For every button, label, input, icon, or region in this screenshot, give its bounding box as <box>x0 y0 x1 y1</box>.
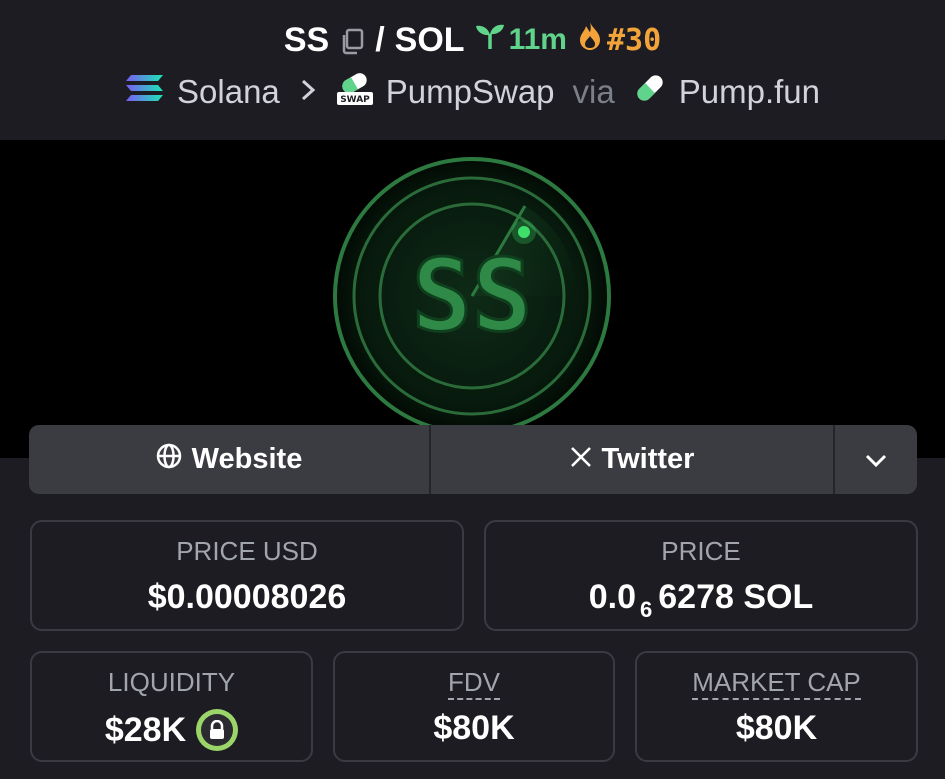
flame-icon <box>577 21 603 59</box>
pumpswap-icon: SWAP <box>336 70 374 114</box>
pair-header: SS / SOL 11m #30 Solana SWAP PumpSwap vi… <box>0 0 945 140</box>
pair-age: 11m <box>475 22 567 58</box>
website-label: Website <box>191 443 303 475</box>
fdv-value: $80K <box>433 709 515 747</box>
price-zero-count: 6 <box>640 596 653 622</box>
price-value: 0.0 6 6278 SOL <box>486 578 916 622</box>
market-cap-label[interactable]: MARKET CAP <box>637 667 916 700</box>
liquidity-card: LIQUIDITY $28K <box>30 651 313 762</box>
price-usd-card: PRICE USD $0.00008026 <box>30 520 464 631</box>
market-cap-card: MARKET CAP $80K <box>635 651 918 762</box>
globe-icon <box>156 443 182 477</box>
pair-separator: / <box>375 20 385 59</box>
fdv-card: FDV $80K <box>333 651 615 762</box>
chevron-down-icon <box>865 443 887 476</box>
price-label: PRICE <box>661 536 741 566</box>
liquidity-value: $28K <box>32 709 311 751</box>
pill-icon <box>633 71 667 113</box>
via-label: via <box>572 73 615 110</box>
lock-icon[interactable] <box>196 709 239 751</box>
liquidity-label: LIQUIDITY <box>107 667 236 697</box>
dex-link[interactable]: PumpSwap <box>386 73 555 111</box>
rank-text: #30 <box>606 22 662 58</box>
price-prefix: 0.0 <box>588 578 637 616</box>
fdv-label[interactable]: FDV <box>335 667 613 700</box>
logo-text: SS <box>412 237 532 354</box>
token-logo: SS <box>333 157 611 435</box>
quote-symbol: SOL <box>394 20 465 59</box>
breadcrumb: Solana SWAP PumpSwap via Pump.fun <box>0 68 945 116</box>
svg-text:SWAP: SWAP <box>340 95 370 105</box>
seedling-icon <box>475 22 505 58</box>
price-card: PRICE 0.0 6 6278 SOL <box>484 520 918 631</box>
more-links-button[interactable] <box>835 425 917 494</box>
x-logo-icon <box>570 443 592 476</box>
twitter-label: Twitter <box>601 443 695 475</box>
pair-title-row: SS / SOL 11m #30 <box>0 14 945 66</box>
copy-icon[interactable] <box>339 26 365 55</box>
age-text: 11m <box>508 23 567 56</box>
trending-rank[interactable]: #30 <box>577 21 661 59</box>
token-banner: SS <box>0 140 945 458</box>
social-links-bar: Website Twitter <box>29 425 917 494</box>
base-symbol: SS <box>283 20 330 59</box>
price-usd-value: $0.00008026 <box>147 578 347 616</box>
market-cap-value: $80K <box>735 709 818 747</box>
price-suffix: 6278 SOL <box>658 578 814 616</box>
chevron-right-icon <box>300 75 316 109</box>
launchpad-link[interactable]: Pump.fun <box>679 73 820 111</box>
website-button[interactable]: Website <box>29 425 431 494</box>
twitter-button[interactable]: Twitter <box>431 425 835 494</box>
solana-icon <box>125 73 165 111</box>
chain-link[interactable]: Solana <box>177 73 280 111</box>
price-usd-label: PRICE USD <box>176 536 318 566</box>
